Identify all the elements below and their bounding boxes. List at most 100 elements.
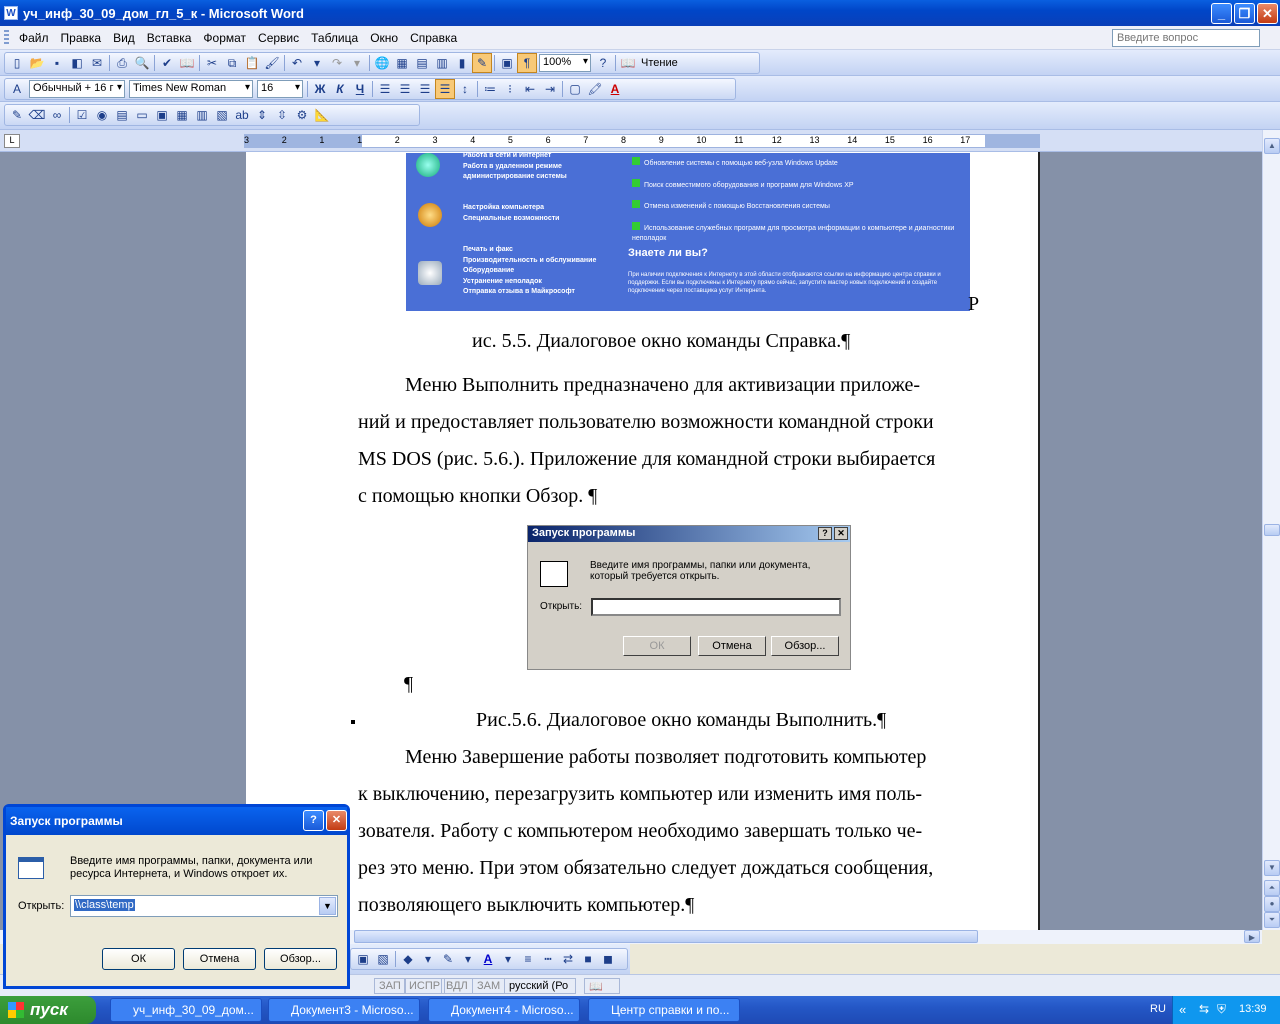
italic-icon[interactable]: К (330, 79, 350, 99)
menu-table[interactable]: Таблица (305, 31, 364, 45)
menu-help[interactable]: Справка (404, 31, 463, 45)
hyperlink-icon[interactable]: 🌐 (372, 53, 392, 73)
status-language[interactable]: русский (Ро (504, 978, 576, 994)
numbering-icon[interactable]: ≔ (480, 79, 500, 99)
fill-color-dropdown-icon[interactable]: ▾ (418, 949, 438, 969)
select-browse-object-button[interactable]: ● (1264, 896, 1280, 912)
dash-style-icon[interactable]: ┅ (538, 949, 558, 969)
borders-icon[interactable]: ▢ (565, 79, 585, 99)
new-document-icon[interactable]: ▯ (7, 53, 27, 73)
clock[interactable]: 13:39 (1239, 1003, 1267, 1015)
prev-page-button[interactable]: ⏶ (1264, 880, 1280, 896)
line-color-dropdown-icon[interactable]: ▾ (458, 949, 478, 969)
properties-icon[interactable]: ⚙ (292, 105, 312, 125)
open-input[interactable]: \\class\temp ▼ (70, 895, 338, 917)
3d-icon[interactable]: ◼ (598, 949, 618, 969)
undo-dropdown-icon[interactable]: ▾ (307, 53, 327, 73)
align-center-icon[interactable]: ☰ (395, 79, 415, 99)
title-bar[interactable]: W уч_инф_30_09_дом_гл_5_к - Microsoft Wo… (0, 0, 1280, 26)
tab-stop-selector[interactable]: L (4, 134, 20, 148)
network-icon[interactable]: ⇆ (1199, 1002, 1209, 1016)
tables-borders-icon[interactable]: ▦ (392, 53, 412, 73)
listbox-icon[interactable]: ▦ (172, 105, 192, 125)
increase-indent-icon[interactable]: ⇥ (540, 79, 560, 99)
align-right-icon[interactable]: ☰ (415, 79, 435, 99)
option-button-icon[interactable]: ◉ (92, 105, 112, 125)
read-icon[interactable]: 📖 (618, 53, 638, 73)
bold-icon[interactable]: Ж (310, 79, 330, 99)
justify-icon[interactable]: ☰ (435, 79, 455, 99)
taskbar-item[interactable]: Центр справки и по... (588, 998, 740, 1022)
restore-button[interactable]: ❐ (1234, 3, 1255, 24)
scroll-up-button[interactable]: ▲ (1264, 138, 1280, 154)
taskbar-item[interactable]: Документ4 - Microso... (428, 998, 580, 1022)
menu-grip[interactable] (4, 29, 9, 46)
spelling-status-icon[interactable]: 📖 (584, 978, 620, 994)
browse-button[interactable]: Обзор... (264, 948, 337, 970)
redo-dropdown-icon[interactable]: ▾ (347, 53, 367, 73)
font-size-combo[interactable]: 16 (257, 80, 303, 98)
reading-button[interactable]: Чтение (638, 57, 681, 69)
label-control-icon[interactable]: ab (232, 105, 252, 125)
status-ext[interactable]: ВДЛ (441, 978, 473, 994)
help-button[interactable]: ? (303, 810, 324, 831)
checkbox-field-icon[interactable]: ☑ (72, 105, 92, 125)
paste-icon[interactable]: 📋 (242, 53, 262, 73)
image-control-icon[interactable]: ▧ (212, 105, 232, 125)
fill-color-icon[interactable]: ◆ (398, 949, 418, 969)
insert-table-icon[interactable]: ▤ (412, 53, 432, 73)
font-color-dropdown-icon[interactable]: ▾ (498, 949, 518, 969)
arrow-style-icon[interactable]: ⇄ (558, 949, 578, 969)
eraser-icon[interactable]: ⌫ (27, 105, 47, 125)
scrollbar-control-icon[interactable]: ⇕ (252, 105, 272, 125)
undo-icon[interactable]: ↶ (287, 53, 307, 73)
align-left-icon[interactable]: ☰ (375, 79, 395, 99)
scroll-down-button[interactable]: ▼ (1264, 860, 1280, 876)
link-icon[interactable]: ∞ (47, 105, 67, 125)
scroll-thumb[interactable] (1264, 524, 1280, 536)
menu-file[interactable]: Файл (13, 31, 55, 45)
security-icon[interactable]: ⛨ (1217, 1002, 1226, 1017)
status-trk[interactable]: ИСПР (404, 978, 446, 994)
show-hide-pilcrow-icon[interactable]: ¶ (517, 53, 537, 73)
menu-format[interactable]: Формат (197, 31, 252, 45)
chevron-down-icon[interactable]: ▼ (319, 897, 336, 915)
combobox-icon[interactable]: ▥ (192, 105, 212, 125)
menu-view[interactable]: Вид (107, 31, 141, 45)
line-color-icon[interactable]: ✎ (438, 949, 458, 969)
spelling-icon[interactable]: ✔ (157, 53, 177, 73)
highlight-icon[interactable]: 🖍 (585, 79, 605, 99)
cut-icon[interactable]: ✂ (202, 53, 222, 73)
status-rec[interactable]: ЗАП (374, 978, 406, 994)
status-ovr[interactable]: ЗАМ (472, 978, 506, 994)
line-spacing-icon[interactable]: ↕ (455, 79, 475, 99)
tray-back-icon[interactable]: « (1179, 1002, 1186, 1017)
spin-control-icon[interactable]: ⇳ (272, 105, 292, 125)
taskbar-item[interactable]: уч_инф_30_09_дом... (110, 998, 262, 1022)
print-preview-icon[interactable]: 🔍 (132, 53, 152, 73)
taskbar-item[interactable]: Документ3 - Microso... (268, 998, 420, 1022)
document-map-icon[interactable]: ▣ (497, 53, 517, 73)
horizontal-ruler[interactable]: L 3 2 1 1 2 3 4 5 6 7 8 9 10 11 12 13 14 15 16 17 (0, 130, 1280, 152)
close-button[interactable]: ✕ (326, 810, 347, 831)
clipart-icon[interactable]: ▣ (353, 949, 373, 969)
ok-button[interactable]: ОК (102, 948, 175, 970)
vertical-scrollbar[interactable]: ▲ ▼ ⏶ ● ⏷ (1262, 130, 1280, 930)
design-mode-icon[interactable]: 📐 (312, 105, 332, 125)
style-combo[interactable]: Обычный + 16 г (29, 80, 125, 98)
font-combo[interactable]: Times New Roman (129, 80, 253, 98)
styles-icon[interactable]: A (7, 79, 27, 99)
save-icon[interactable]: ▪ (47, 53, 67, 73)
research-icon[interactable]: 📖 (177, 53, 197, 73)
menu-insert[interactable]: Вставка (141, 31, 198, 45)
insert-excel-icon[interactable]: ▥ (432, 53, 452, 73)
textbox-field-icon[interactable]: ▭ (132, 105, 152, 125)
dropdown-field-icon[interactable]: ▤ (112, 105, 132, 125)
menu-edit[interactable]: Правка (55, 31, 108, 45)
copy-icon[interactable]: ⧉ (222, 53, 242, 73)
scroll-right-button[interactable]: ▶ (1244, 930, 1260, 943)
ask-question-input[interactable]: Введите вопрос (1112, 29, 1260, 47)
redo-icon[interactable]: ↷ (327, 53, 347, 73)
minimize-button[interactable]: _ (1211, 3, 1232, 24)
font-color-icon[interactable]: A (478, 949, 498, 969)
